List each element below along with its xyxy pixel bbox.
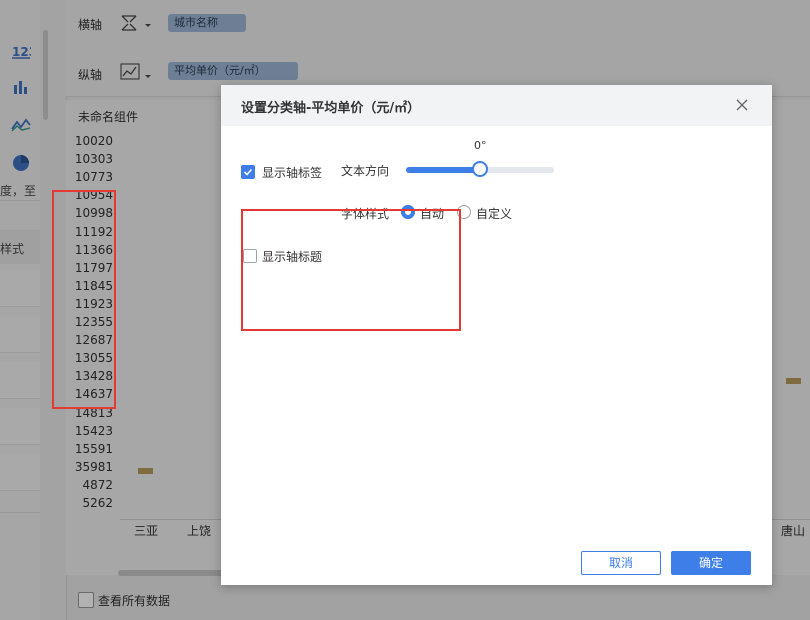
y-tick-label: 10303 xyxy=(74,152,113,167)
rail-item xyxy=(0,270,40,307)
text-direction-value: 0° xyxy=(474,139,487,152)
rail-item xyxy=(0,408,40,445)
bar-mark xyxy=(138,468,153,474)
rail-item xyxy=(0,316,40,353)
y-tick-label: 5262 xyxy=(82,496,113,510)
y-axis-field-pill[interactable]: 平均单价（元/㎡） xyxy=(168,62,298,80)
rail-item xyxy=(0,362,40,399)
x-tick-label: 唐山 xyxy=(781,524,806,538)
font-style-custom-label: 自定义 xyxy=(476,207,513,221)
sort-icon[interactable] xyxy=(120,13,151,33)
close-icon[interactable] xyxy=(733,96,751,114)
svg-text:123: 123 xyxy=(12,45,31,59)
rail-scrollbar[interactable] xyxy=(43,30,48,120)
view-all-data-checkbox[interactable] xyxy=(78,592,94,608)
y-tick-label: 15591 xyxy=(74,441,113,456)
text-direction-label: 文本方向 xyxy=(341,164,390,178)
rail-item xyxy=(0,454,40,491)
rail-cut-text: 度，至 xyxy=(0,184,37,198)
x-tick-label: 上饶 xyxy=(187,524,212,538)
bar-chart-icon[interactable] xyxy=(10,76,32,98)
pie-chart-icon[interactable] xyxy=(10,152,32,174)
show-axis-labels-checkbox[interactable] xyxy=(241,165,255,179)
y-tick-label: 10773 xyxy=(74,170,113,185)
bar-mark xyxy=(786,378,801,384)
cancel-button[interactable]: 取消 xyxy=(581,551,661,575)
view-all-data-label: 查看所有数据 xyxy=(98,594,171,608)
y-tick-label: 35981 xyxy=(74,459,113,474)
y-tick-label: 15423 xyxy=(74,423,113,438)
highlight-box xyxy=(52,190,116,409)
axis-settings-dialog: 设置分类轴-平均单价（元/㎡） 显示轴标签 文本方向 0° 字体样式 自动 自定… xyxy=(221,85,772,585)
show-axis-labels-label: 显示轴标签 xyxy=(262,166,323,180)
y-axis-label: 纵轴 xyxy=(78,68,103,82)
chart-type-rail: 123 度，至 样式 xyxy=(0,0,40,620)
x-tick-label: 三亚 xyxy=(134,524,159,538)
x-axis-label: 横轴 xyxy=(78,18,103,32)
dialog-title: 设置分类轴-平均单价（元/㎡） xyxy=(241,101,421,116)
number-chart-icon[interactable]: 123 xyxy=(10,40,32,62)
text-direction-slider-fill xyxy=(406,167,481,173)
component-title: 未命名组件 xyxy=(78,110,139,124)
x-axis-field-pill[interactable]: 城市名称 xyxy=(168,14,246,32)
style-tab-label[interactable]: 样式 xyxy=(0,240,24,257)
highlight-box xyxy=(241,209,461,331)
y-tick-label: 4872 xyxy=(82,477,113,492)
text-direction-slider-thumb[interactable] xyxy=(472,161,488,177)
chart-horizontal-scrollbar[interactable] xyxy=(118,570,228,576)
line-type-icon[interactable] xyxy=(120,62,151,82)
line-chart-icon[interactable] xyxy=(10,114,32,136)
y-tick-label: 10020 xyxy=(74,134,113,148)
ok-button[interactable]: 确定 xyxy=(671,551,751,575)
